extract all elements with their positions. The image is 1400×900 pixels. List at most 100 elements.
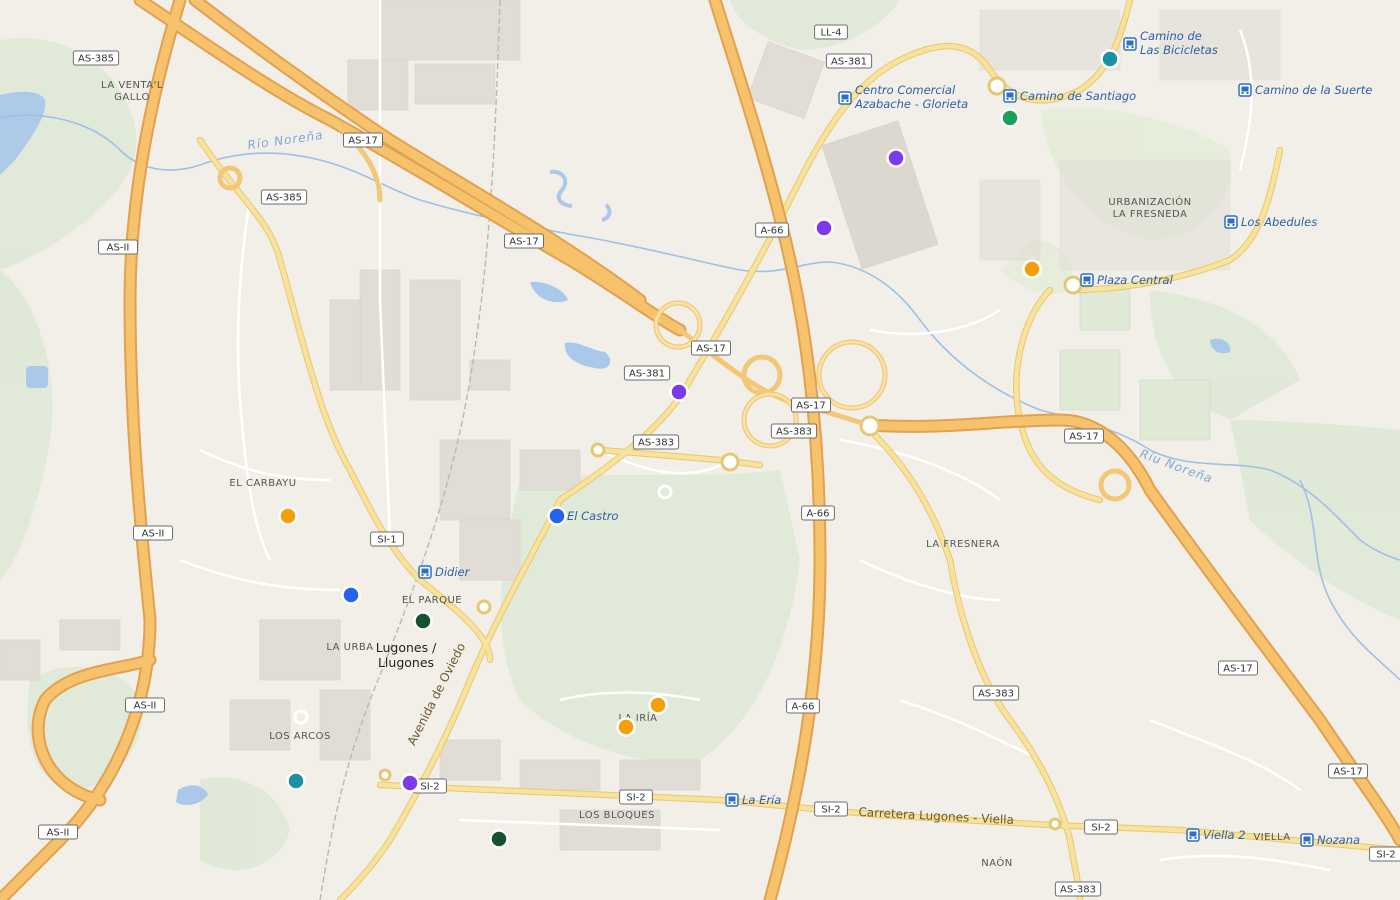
bus-stop-icon bbox=[1238, 83, 1252, 97]
road-shield: AS-383 bbox=[972, 685, 1020, 701]
map-marker[interactable] bbox=[489, 829, 509, 849]
map-marker[interactable] bbox=[1022, 259, 1042, 279]
road-shield: SI-2 bbox=[814, 801, 848, 817]
map-marker[interactable] bbox=[616, 717, 636, 737]
road-shield-label: AS-II bbox=[47, 828, 70, 839]
road-shield: AS-381 bbox=[825, 53, 873, 69]
road-shield-label: A-66 bbox=[792, 702, 815, 713]
transit-stop[interactable]: Camino de la Suerte bbox=[1238, 83, 1372, 97]
map-marker[interactable] bbox=[413, 611, 433, 631]
transit-stop[interactable]: Viella 2 bbox=[1186, 828, 1246, 842]
transit-stop-label: Plaza Central bbox=[1097, 273, 1174, 287]
road-shield-label: AS-385 bbox=[266, 193, 302, 204]
map-marker[interactable] bbox=[1100, 49, 1120, 69]
map-marker[interactable] bbox=[547, 506, 567, 526]
place-label: LOS BLOQUES bbox=[579, 810, 655, 821]
road-shield: AS-17 bbox=[343, 132, 383, 148]
road-shield: SI-2 bbox=[1084, 819, 1118, 835]
road-shield-label: AS-17 bbox=[348, 136, 378, 147]
road-shield-label: AS-383 bbox=[1060, 885, 1096, 896]
road-shield-label: AS-383 bbox=[776, 427, 812, 438]
place-label: NAÓN bbox=[981, 856, 1013, 869]
road-shield-label: LL-4 bbox=[821, 28, 842, 39]
transit-stop[interactable]: Nozana bbox=[1300, 833, 1360, 847]
road-shield: AS-385 bbox=[260, 189, 308, 205]
transit-stop-label: Camino de bbox=[1140, 29, 1202, 43]
road-shield: AS-381 bbox=[623, 365, 671, 381]
road-shield-label: AS-17 bbox=[1069, 432, 1099, 443]
road-shield-label: SI-2 bbox=[1091, 823, 1110, 834]
road-shield: AS-17 bbox=[1218, 660, 1258, 676]
map-marker[interactable] bbox=[278, 506, 298, 526]
road-shield-label: AS-II bbox=[134, 701, 157, 712]
road-shield: LL-4 bbox=[814, 24, 848, 40]
road-shield-label: AS-17 bbox=[1223, 664, 1253, 675]
bus-stop-icon bbox=[1123, 37, 1137, 51]
transit-stop-label-line2: Azabache - Glorieta bbox=[854, 97, 968, 111]
road-shield-label: AS-381 bbox=[831, 57, 867, 68]
city-label-lugones: Lugones / Llugones bbox=[376, 640, 437, 670]
city-label-line2: Llugones bbox=[378, 655, 434, 670]
transit-stop-label-line2: Las Bicicletas bbox=[1140, 43, 1218, 57]
road-shield-label: SI-1 bbox=[377, 535, 396, 546]
transit-stop[interactable]: Didier bbox=[418, 565, 471, 579]
place-label: EL CARBAYU bbox=[229, 478, 296, 489]
transit-stop-label: Los Abedules bbox=[1241, 215, 1317, 229]
road-shield: SI-2 bbox=[619, 789, 653, 805]
road-shield: AS-II bbox=[98, 239, 138, 255]
road-shield: A-66 bbox=[755, 222, 789, 238]
road-shield: AS-17 bbox=[691, 340, 731, 356]
city-label-line1: Lugones / bbox=[376, 640, 437, 655]
place-label: LA VENTA'L bbox=[101, 80, 163, 91]
bus-stop-icon bbox=[1300, 833, 1314, 847]
bus-stop-icon bbox=[418, 565, 432, 579]
map-marker[interactable] bbox=[814, 218, 834, 238]
road-shield-label: SI-2 bbox=[821, 805, 840, 816]
road-shield-label: SI-2 bbox=[420, 782, 439, 793]
road-shield-label: AS-17 bbox=[1333, 767, 1363, 778]
road-shield: AS-17 bbox=[1064, 428, 1104, 444]
map-marker[interactable] bbox=[886, 148, 906, 168]
map-marker[interactable] bbox=[400, 773, 420, 793]
bus-stop-icon bbox=[1080, 273, 1094, 287]
road-shield: AS-17 bbox=[1328, 763, 1368, 779]
road-shield: AS-II bbox=[133, 525, 173, 541]
road-shield-label: AS-381 bbox=[629, 369, 665, 380]
road-shield-label: AS-17 bbox=[509, 237, 539, 248]
road-shield: AS-II bbox=[38, 824, 78, 840]
road-shield-label: A-66 bbox=[807, 509, 830, 520]
map-marker[interactable] bbox=[286, 771, 306, 791]
place-label: VIELLA bbox=[1253, 832, 1290, 843]
road-shield-label: A-66 bbox=[761, 226, 784, 237]
transit-stop[interactable]: La Ería bbox=[725, 793, 781, 807]
road-shield: A-66 bbox=[801, 505, 835, 521]
transit-stop[interactable]: Camino de Santiago bbox=[1003, 89, 1136, 103]
road-shield: AS-17 bbox=[504, 233, 544, 249]
map-marker[interactable] bbox=[341, 585, 361, 605]
road-shield: AS-383 bbox=[632, 434, 680, 450]
transit-stop-label: Camino de Santiago bbox=[1020, 89, 1136, 103]
transit-stop-label: Viella 2 bbox=[1203, 828, 1246, 842]
transit-stop-label: Camino de la Suerte bbox=[1255, 83, 1372, 97]
road-shield: AS-17 bbox=[791, 397, 831, 413]
transit-stop-label: El Castro bbox=[567, 509, 618, 523]
bus-stop-icon bbox=[838, 91, 852, 105]
road-shield-label: AS-383 bbox=[978, 689, 1014, 700]
map-marker[interactable] bbox=[1000, 108, 1020, 128]
road-shield-label: SI-2 bbox=[1376, 850, 1395, 861]
bus-stop-icon bbox=[725, 793, 739, 807]
place-label: LOS ARCOS bbox=[269, 731, 331, 742]
road-shield-label: AS-383 bbox=[638, 438, 674, 449]
map-canvas[interactable]: LA VENTA'LGALLO URBANIZACIÓNLA FRESNEDA EL… bbox=[0, 0, 1400, 900]
map-marker[interactable] bbox=[648, 695, 668, 715]
road-shield: AS-II bbox=[125, 697, 165, 713]
bus-stop-icon bbox=[1003, 89, 1017, 103]
road-shield-label: AS-II bbox=[107, 243, 130, 254]
place-label: GALLO bbox=[114, 92, 150, 103]
place-label: URBANIZACIÓN bbox=[1108, 195, 1191, 208]
map-marker[interactable] bbox=[669, 382, 689, 402]
transit-stop-label: Didier bbox=[435, 565, 471, 579]
road-shield: SI-2 bbox=[1369, 846, 1400, 862]
transit-stop-label: Centro Comercial bbox=[855, 83, 956, 97]
transit-stop[interactable]: Centro ComercialAzabache - Glorieta bbox=[838, 83, 968, 111]
